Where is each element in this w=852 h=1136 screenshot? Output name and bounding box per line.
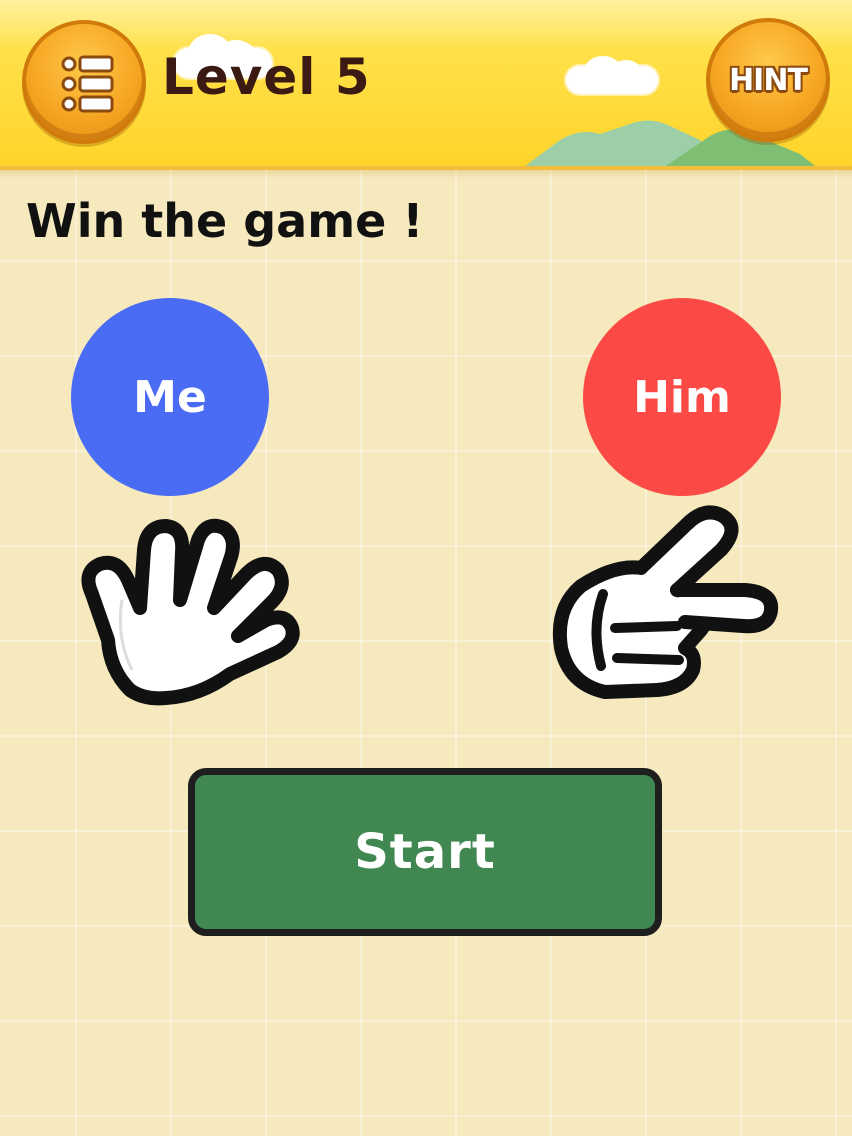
player-him-circle: Him [583,298,781,496]
instruction-text: Win the game ! [26,194,424,248]
player-me-circle: Me [71,298,269,496]
cloud-decoration [566,56,658,94]
level-menu-button[interactable] [22,20,146,144]
player-me-label: Me [133,371,207,423]
player-him-label: Him [633,371,731,423]
start-button[interactable]: Start [188,768,662,936]
list-icon [61,55,114,113]
header-shadow [0,170,852,178]
hint-label: HINT [729,62,808,98]
paper-hand-icon[interactable] [70,490,310,710]
level-title: Level 5 [162,48,371,106]
hint-button[interactable]: HINT [706,18,830,142]
scissors-hand-icon[interactable] [545,498,785,708]
